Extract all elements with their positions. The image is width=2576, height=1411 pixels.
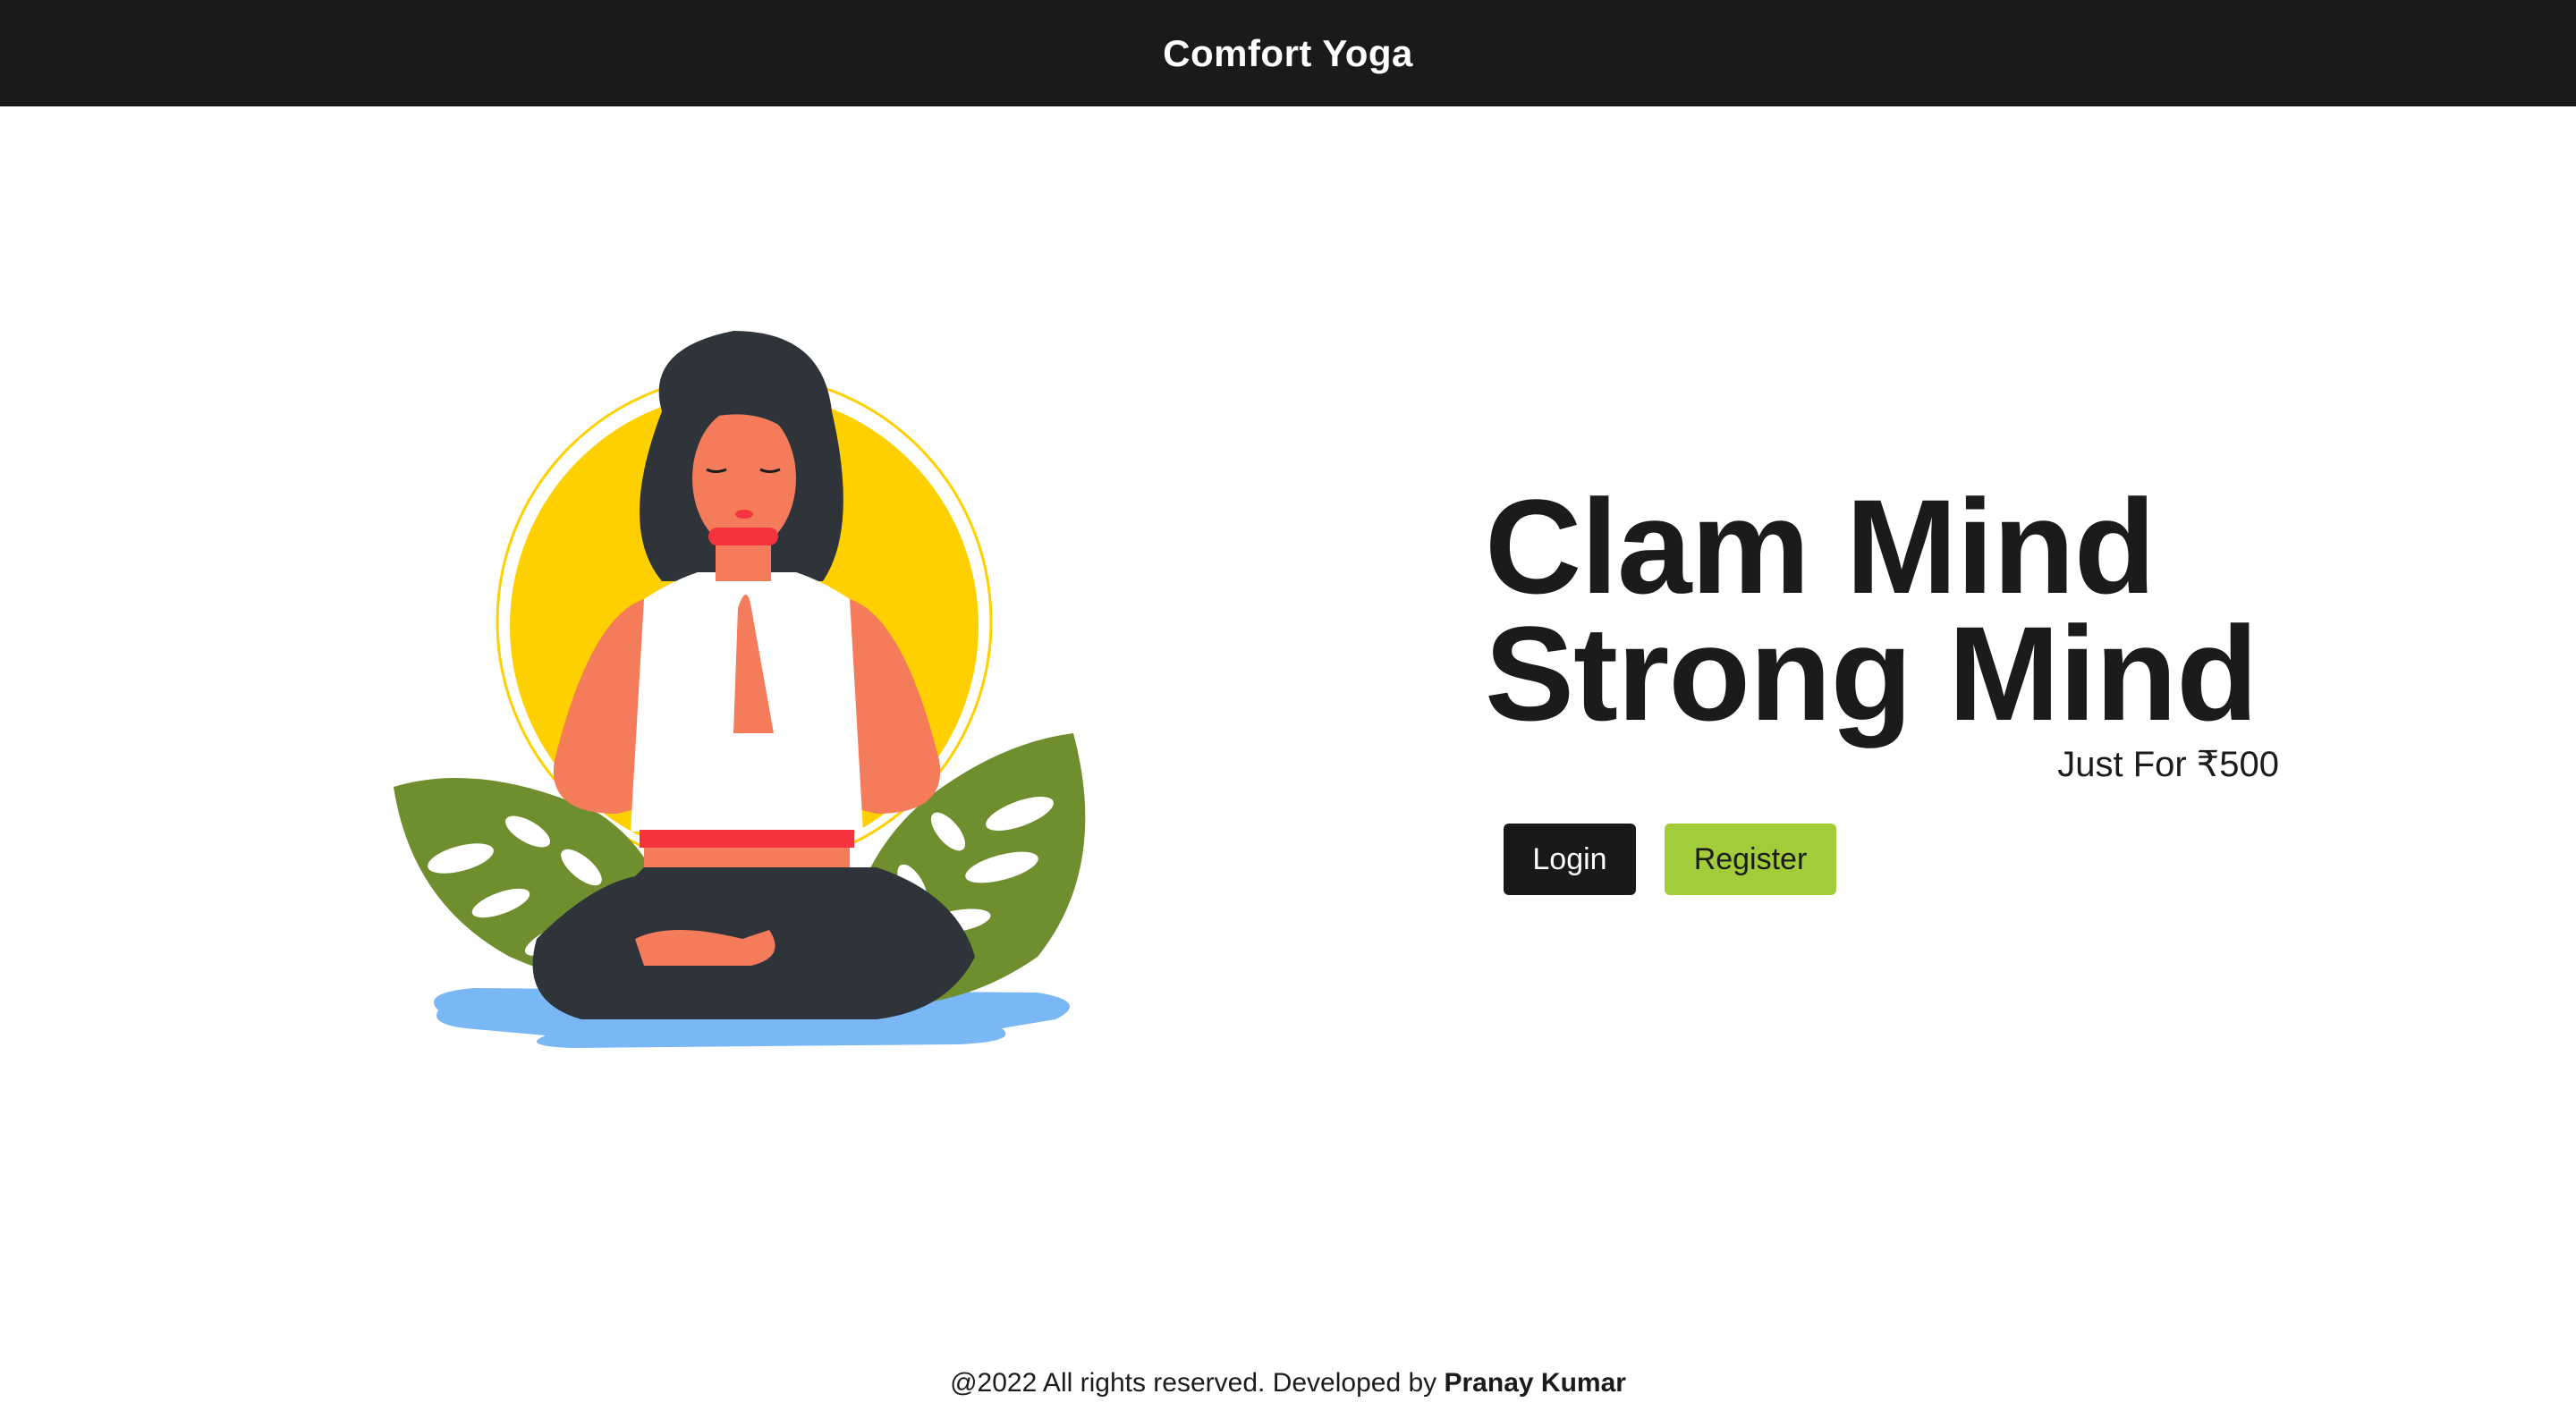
headline-line-2: Strong Mind	[1485, 610, 2290, 737]
yoga-woman-graphic	[376, 313, 1109, 1100]
top-navbar: Comfort Yoga	[0, 0, 2576, 106]
login-button[interactable]: Login	[1504, 824, 1636, 895]
register-button[interactable]: Register	[1665, 824, 1836, 895]
meditation-illustration	[376, 313, 1109, 1100]
headline-line-1: Clam Mind	[1485, 483, 2290, 610]
hero-headline: Clam Mind Strong Mind	[1485, 483, 2290, 737]
footer-text: @2022 All rights reserved. Developed by	[950, 1368, 1436, 1398]
footer-author: Pranay Kumar	[1445, 1368, 1626, 1398]
price-tagline: Just For ₹500	[1521, 744, 2279, 785]
hero-text: Clam Mind Strong Mind	[1485, 483, 2290, 737]
brand-title[interactable]: Comfort Yoga	[1163, 32, 1413, 75]
page-footer: @2022 All rights reserved. Developed by …	[0, 1368, 2576, 1398]
hero-actions: Login Register	[1504, 824, 1836, 895]
